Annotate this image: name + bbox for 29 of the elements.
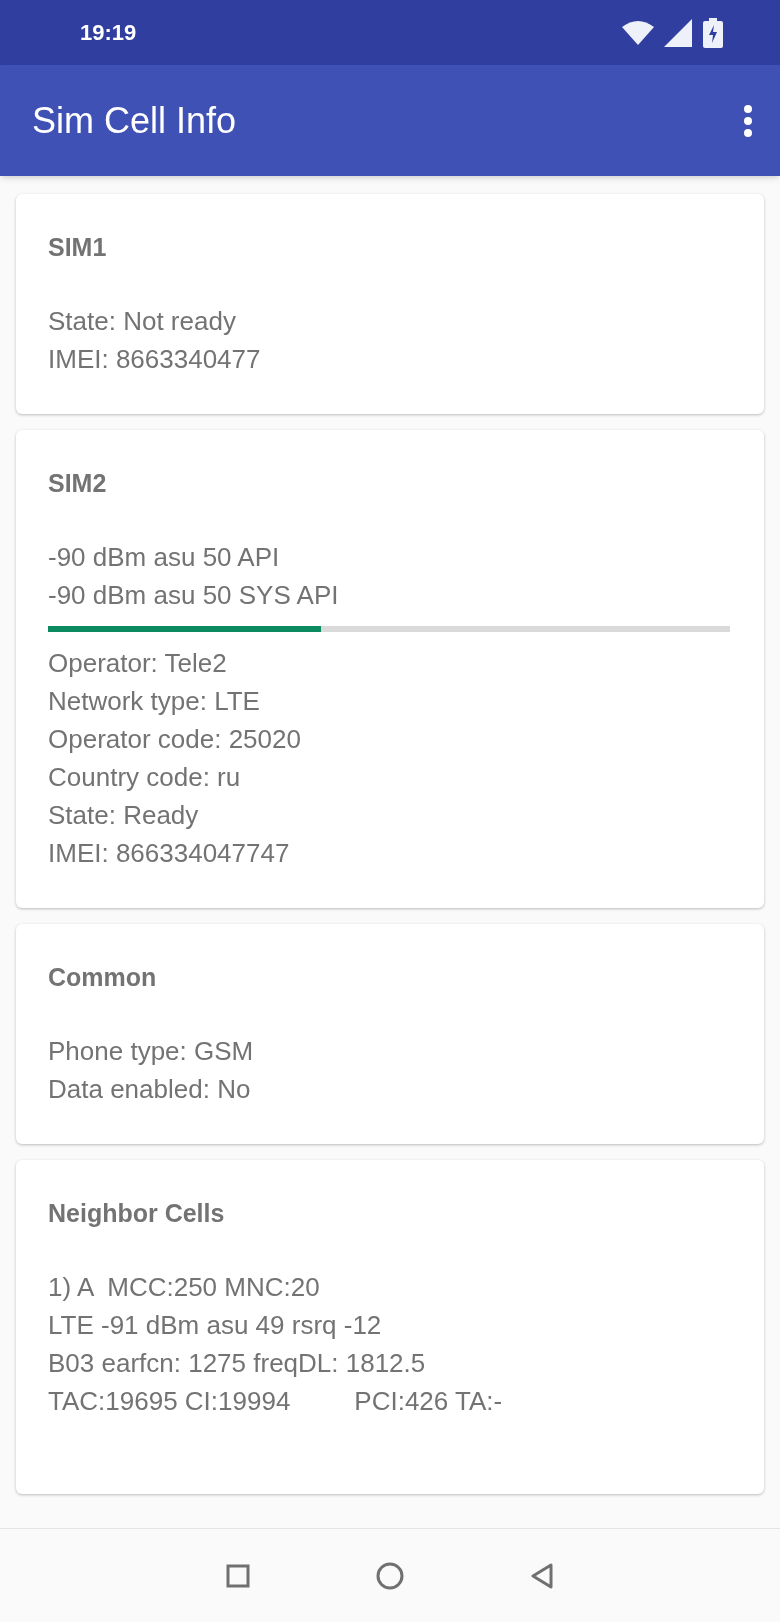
info-line: IMEI: 8663340477 — [48, 343, 262, 376]
battery-charging-icon — [702, 17, 724, 48]
recents-icon[interactable] — [226, 1563, 250, 1588]
info-line: Data enabled: No — [48, 1073, 252, 1106]
info-line: Operator code: 25020 — [48, 723, 302, 756]
card-title: Neighbor Cells — [48, 1198, 226, 1229]
info-line: B03 earfcn: 1275 freqDL: 1812.5 — [48, 1347, 427, 1380]
info-line: IMEI: 866334047747 — [48, 837, 291, 870]
info-line: -90 dBm asu 50 SYS API — [48, 579, 340, 612]
info-line: 1) A MCC:250 MNC:20 — [48, 1271, 321, 1304]
status-time: 19:19 — [80, 19, 137, 47]
info-line: PCI:426 TA:- — [354, 1385, 503, 1418]
info-line: -90 dBm asu 50 API — [48, 541, 281, 574]
card-title: Common — [48, 962, 158, 993]
info-line: LTE -91 dBm asu 49 rsrq -12 — [48, 1309, 383, 1342]
info-line: TAC:19695 CI:19994 — [48, 1385, 291, 1418]
info-line: Network type: LTE — [48, 685, 261, 718]
info-line: Country code: ru — [48, 761, 242, 794]
cell-signal-icon — [664, 18, 692, 47]
wifi-icon — [622, 20, 654, 45]
back-icon[interactable] — [530, 1562, 554, 1589]
card-title: SIM2 — [48, 468, 108, 499]
card-title: SIM1 — [48, 232, 108, 263]
home-icon[interactable] — [376, 1561, 404, 1590]
info-line: Operator: Tele2 — [48, 647, 228, 680]
info-line: State: Ready — [48, 799, 200, 832]
info-line: Phone type: GSM — [48, 1035, 255, 1068]
app-title: Sim Cell Info — [32, 98, 237, 143]
info-line: State: Not ready — [48, 305, 237, 338]
